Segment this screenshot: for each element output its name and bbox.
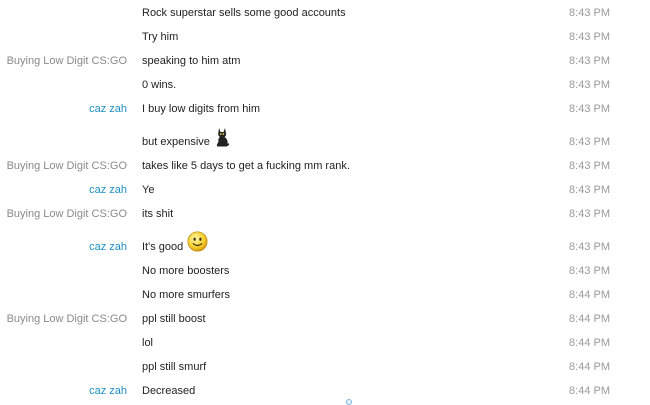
message-text: ppl still smurf [142,361,207,373]
message-row: Buying Low Digit CS:GO its shit 8:43 PM [0,201,650,225]
message-row: No more boosters 8:43 PM [0,258,650,282]
message-timestamp: 8:43 PM [569,265,610,277]
message-row: Buying Low Digit CS:GO ppl still boost 8… [0,306,650,330]
message-timestamp: 8:44 PM [569,337,610,349]
message-timestamp: 8:44 PM [569,361,610,373]
sender-name[interactable]: caz zah [89,241,127,253]
message-row: Buying Low Digit CS:GO speaking to him a… [0,48,650,72]
message-text: Try him [142,31,179,43]
message-row: caz zah I buy low digits from him 8:43 P… [0,96,650,120]
message-text: Decreased [142,385,196,397]
message-timestamp: 8:43 PM [569,136,610,148]
black-cat-icon [214,127,230,147]
message-timestamp: 8:43 PM [569,208,610,220]
sender-name[interactable]: Buying Low Digit CS:GO [7,55,127,67]
message-timestamp: 8:43 PM [569,241,610,253]
message-text: It's good [142,231,208,253]
message-timestamp: 8:43 PM [569,103,610,115]
message-text: No more smurfers [142,289,231,301]
message-timestamp: 8:43 PM [569,7,610,19]
message-text: ppl still boost [142,313,206,325]
message-timestamp: 8:44 PM [569,313,610,325]
chat-log[interactable]: Rock superstar sells some good accounts … [0,0,650,397]
sender-name[interactable]: caz zah [89,103,127,115]
message-timestamp: 8:43 PM [569,184,610,196]
message-row: No more smurfers 8:44 PM [0,282,650,306]
message-timestamp: 8:44 PM [569,289,610,301]
message-row: caz zah It's good 8:43 PM [0,225,650,258]
sender-name[interactable]: Buying Low Digit CS:GO [7,208,127,220]
scroll-indicator[interactable] [346,399,352,405]
message-timestamp: 8:44 PM [569,385,610,397]
message-timestamp: 8:43 PM [569,31,610,43]
message-text: lol [142,337,154,349]
message-row: Buying Low Digit CS:GO takes like 5 days… [0,153,650,177]
message-row: but expensive 8:43 PM [0,120,650,153]
message-row: ppl still smurf 8:44 PM [0,354,650,378]
sender-name[interactable]: caz zah [89,184,127,196]
message-text-content: but expensive [142,136,210,148]
message-row: 0 wins. 8:43 PM [0,72,650,96]
smiley-icon [187,231,208,252]
message-row: Rock superstar sells some good accounts … [0,0,650,24]
message-row: lol 8:44 PM [0,330,650,354]
message-text: 0 wins. [142,79,177,91]
message-timestamp: 8:43 PM [569,79,610,91]
message-text: No more boosters [142,265,230,277]
message-text: takes like 5 days to get a fucking mm ra… [142,160,350,172]
message-row: Try him 8:43 PM [0,24,650,48]
message-timestamp: 8:43 PM [569,160,610,172]
message-text-content: It's good [142,241,184,253]
sender-name[interactable]: Buying Low Digit CS:GO [7,313,127,325]
message-text: but expensive [142,127,230,148]
sender-name[interactable]: caz zah [89,385,127,397]
message-text: Rock superstar sells some good accounts [142,7,346,19]
sender-name[interactable]: Buying Low Digit CS:GO [7,160,127,172]
message-text: speaking to him atm [142,55,241,67]
message-row: caz zah Decreased 8:44 PM [0,378,650,397]
message-timestamp: 8:43 PM [569,55,610,67]
message-text: its shit [142,208,174,220]
message-text: Ye [142,184,155,196]
message-row: caz zah Ye 8:43 PM [0,177,650,201]
message-text: I buy low digits from him [142,103,260,115]
